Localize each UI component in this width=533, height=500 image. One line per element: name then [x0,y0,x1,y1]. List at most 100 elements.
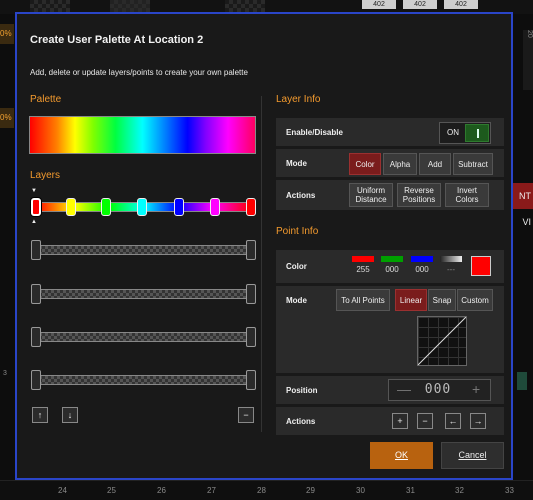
layer-start-cap[interactable] [31,370,41,390]
layer-4-slider[interactable] [31,327,256,347]
point-actions-row: Actions + − ← → [276,407,504,435]
position-stepper[interactable]: — 000 + [388,379,491,401]
layer-4-track [35,332,252,342]
palette-preview [29,116,256,154]
alpha-channel-value[interactable]: --- [440,265,462,274]
dialog-title: Create User Palette At Location 2 [30,34,204,46]
column-divider [261,96,262,432]
ruler-tick-label: 24 [58,486,67,495]
background-red-button[interactable]: NT VI [511,183,533,227]
layer-point-handle[interactable] [210,198,220,216]
red-channel-value[interactable]: 255 [352,265,374,274]
layer-3-track [35,289,252,299]
enable-label: Enable/Disable [286,128,343,137]
green-channel-swatch[interactable] [381,256,403,262]
create-palette-dialog: Create User Palette At Location 2 Add, d… [15,12,513,480]
layer-point-handle[interactable] [246,198,256,216]
background-percent-tag: 0% [0,108,14,128]
point-color-row: Color 255 000 000 --- [276,250,504,283]
background-percent-tag: 0% [0,24,14,44]
layer-point-handle[interactable] [137,198,147,216]
ok-button[interactable]: OK [370,442,433,469]
layer-point-handle[interactable] [174,198,184,216]
point-mode-label: Mode [286,296,307,305]
mode-color-button[interactable]: Color [349,153,381,175]
layer-start-marker: ▼ [31,188,37,194]
layer-start-cap[interactable] [31,327,41,347]
toggle-knob [465,124,489,142]
invert-colors-button[interactable]: Invert Colors [445,183,489,207]
ruler-tick-label: 32 [455,486,464,495]
point-position-row: Position — 000 + [276,376,504,404]
layer-mode-row: Mode Color Alpha Add Subtract [276,149,504,177]
interp-linear-button[interactable]: Linear [395,289,427,311]
alpha-channel-swatch[interactable] [440,256,462,262]
previous-point-button[interactable]: ← [445,413,461,429]
layer-start-cap[interactable] [31,240,41,260]
ruler-tick-label: 26 [157,486,166,495]
point-info-heading: Point Info [276,226,319,237]
dialog-subtitle: Add, delete or update layers/points to c… [30,68,248,77]
enable-toggle-label: ON [447,128,459,137]
layer-5-track [35,375,252,385]
move-layer-down-button[interactable]: ↓ [62,407,78,423]
interpolation-curve-graph[interactable] [417,316,467,366]
point-actions-label: Actions [286,417,316,426]
layer-3-slider[interactable] [31,284,256,304]
background-thumbnail [110,0,150,12]
reverse-positions-button[interactable]: Reverse Positions [397,183,441,207]
layer-5-slider[interactable] [31,370,256,390]
red-channel-swatch[interactable] [352,256,374,262]
background-ruler: 24 25 26 27 28 29 30 31 32 33 [0,480,533,500]
layer-mode-label: Mode [286,159,307,168]
layer-actions-row: Actions Uniform Distance Reverse Positio… [276,180,504,210]
add-point-button[interactable]: + [392,413,408,429]
ruler-tick-label: 28 [257,486,266,495]
point-color-label: Color [286,262,307,271]
remove-layer-button[interactable]: − [238,407,254,423]
next-point-button[interactable]: → [470,413,486,429]
arrow-left-icon: ← [448,416,458,426]
layer-2-slider[interactable] [31,240,256,260]
layer-end-cap[interactable] [246,370,256,390]
interp-custom-button[interactable]: Custom [457,289,493,311]
to-all-points-button[interactable]: To All Points [336,289,390,311]
layer-info-heading: Layer Info [276,94,321,105]
position-value[interactable]: 000 [420,382,456,398]
background-side-label: 20 [523,30,533,90]
enable-toggle[interactable]: ON [439,122,491,144]
background-side-number: 3 [3,370,7,377]
blue-channel-value[interactable]: 000 [411,265,433,274]
layer-point-handle[interactable] [66,198,76,216]
layer-end-cap[interactable] [246,240,256,260]
remove-point-button[interactable]: − [417,413,433,429]
move-layer-up-button[interactable]: ↑ [32,407,48,423]
layer-end-marker: ▲ [31,219,37,225]
background-thumbnail [30,0,70,12]
uniform-distance-button[interactable]: Uniform Distance [349,183,393,207]
cancel-button[interactable]: Cancel [441,442,504,469]
blue-channel-swatch[interactable] [411,256,433,262]
linear-curve-icon [418,317,466,365]
enable-row: Enable/Disable ON [276,118,504,146]
layer-2-track [35,245,252,255]
layer-1-slider[interactable] [31,197,256,217]
layer-point-handle[interactable] [31,198,41,216]
position-label: Position [286,386,318,395]
layer-end-cap[interactable] [246,284,256,304]
point-color-preview[interactable] [471,256,491,276]
mode-subtract-button[interactable]: Subtract [453,153,493,175]
ruler-tick-label: 31 [406,486,415,495]
layer-start-cap[interactable] [31,284,41,304]
layer-point-handle[interactable] [101,198,111,216]
decrement-icon[interactable]: — [397,381,411,397]
background-tab-number: 402 [362,0,396,9]
green-channel-value[interactable]: 000 [381,265,403,274]
interp-snap-button[interactable]: Snap [428,289,456,311]
increment-icon[interactable]: + [472,381,480,397]
layer-actions-label: Actions [286,191,316,200]
mode-add-button[interactable]: Add [419,153,451,175]
palette-heading: Palette [30,94,62,105]
layer-end-cap[interactable] [246,327,256,347]
mode-alpha-button[interactable]: Alpha [383,153,417,175]
